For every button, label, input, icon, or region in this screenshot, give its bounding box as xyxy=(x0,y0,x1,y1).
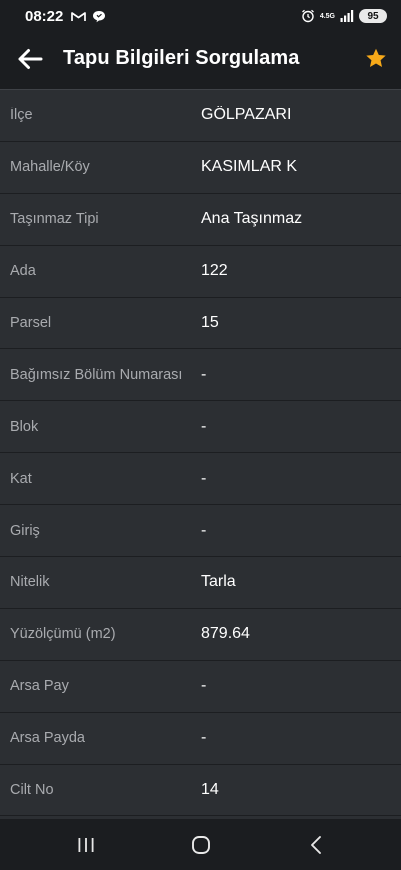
list-item[interactable]: Giriş - xyxy=(0,505,401,558)
field-label: Bağımsız Bölüm Numarası xyxy=(10,366,183,383)
field-label: Ada xyxy=(10,263,36,280)
field-value: 15 xyxy=(201,314,219,331)
list-item[interactable]: Arsa Payda - xyxy=(0,713,401,765)
list-item[interactable]: Yüzölçümü (m2) 879.64 xyxy=(0,609,401,661)
field-value: Tarla xyxy=(201,573,236,591)
home-button[interactable] xyxy=(171,825,231,865)
favorite-button[interactable] xyxy=(351,32,401,85)
field-label: Parsel xyxy=(10,315,52,331)
screen: 08:22 4.5G 95 Tapu Bilgileri Sorgulama İ… xyxy=(0,0,401,870)
page-title: Tapu Bilgileri Sorgulama xyxy=(63,47,300,69)
home-icon xyxy=(191,836,210,854)
field-label: Arsa Pay xyxy=(10,678,69,695)
field-label: İlçe xyxy=(10,107,33,124)
field-value: 14 xyxy=(201,781,219,799)
alarm-icon xyxy=(301,9,314,23)
field-value: 122 xyxy=(201,262,228,280)
field-value: - xyxy=(201,521,207,539)
list-item[interactable]: İlçe GÖLPAZARI xyxy=(0,90,401,142)
signal-icon xyxy=(340,10,354,22)
field-label: Blok xyxy=(10,418,39,435)
app-toolbar: Tapu Bilgileri Sorgulama xyxy=(0,32,401,85)
field-label: Yüzölçümü (m2) xyxy=(10,626,116,643)
system-nav-bar xyxy=(0,820,401,870)
network-type: 4.5G xyxy=(319,12,335,20)
status-time: 08:22 xyxy=(25,7,64,25)
list-item[interactable]: Taşınmaz Tipi Ana Taşınmaz xyxy=(0,194,401,246)
field-value: GÖLPAZARI xyxy=(201,106,292,124)
star-icon xyxy=(366,48,386,67)
battery-level: 95 xyxy=(367,10,379,22)
back-icon xyxy=(310,836,321,854)
back-nav-button[interactable] xyxy=(286,825,346,865)
list-item[interactable]: Blok - xyxy=(0,401,401,454)
field-label: Giriş xyxy=(10,522,40,539)
field-value: Ana Taşınmaz xyxy=(201,210,303,228)
list-item[interactable]: Cilt No 14 xyxy=(0,765,401,817)
field-label: Nitelik xyxy=(10,574,50,591)
chat-bubble-icon xyxy=(93,10,106,22)
list-item[interactable]: Ada 122 xyxy=(0,246,401,298)
field-value: - xyxy=(201,365,207,383)
battery-icon: 95 xyxy=(359,9,387,23)
field-value: - xyxy=(201,677,207,695)
back-button[interactable] xyxy=(0,32,58,85)
field-label: Arsa Payda xyxy=(10,730,85,747)
status-right: 4.5G 95 xyxy=(301,9,387,23)
land-record-list[interactable]: İlçe GÖLPAZARI Mahalle/Köy KASIMLAR K Taşınm… xyxy=(0,89,401,819)
field-label: Kat xyxy=(10,470,32,487)
notification-icons xyxy=(71,10,106,23)
list-item[interactable]: Nitelik Tarla xyxy=(0,557,401,609)
list-item[interactable]: Kat - xyxy=(0,453,401,506)
field-value: - xyxy=(201,729,207,747)
list-item[interactable]: Bağımsız Bölüm Numarası - xyxy=(0,349,401,402)
list-item[interactable]: Parsel 15 xyxy=(0,298,401,350)
recent-apps-icon xyxy=(78,838,93,852)
field-label: Mahalle/Köy xyxy=(10,159,90,176)
field-value: - xyxy=(201,417,207,435)
field-value: 879.64 xyxy=(201,625,250,643)
status-bar: 08:22 4.5G 95 xyxy=(0,0,401,32)
recent-apps-button[interactable] xyxy=(56,825,116,865)
list-item[interactable]: Mahalle/Köy KASIMLAR K xyxy=(0,142,401,194)
list-item[interactable]: Arsa Pay - xyxy=(0,661,401,713)
gmail-icon xyxy=(71,11,87,21)
field-value: - xyxy=(201,469,207,487)
field-label: Cilt No xyxy=(10,782,54,799)
field-label: Taşınmaz Tipi xyxy=(10,211,99,228)
field-value: KASIMLAR K xyxy=(201,158,298,176)
arrow-left-icon xyxy=(18,48,43,69)
